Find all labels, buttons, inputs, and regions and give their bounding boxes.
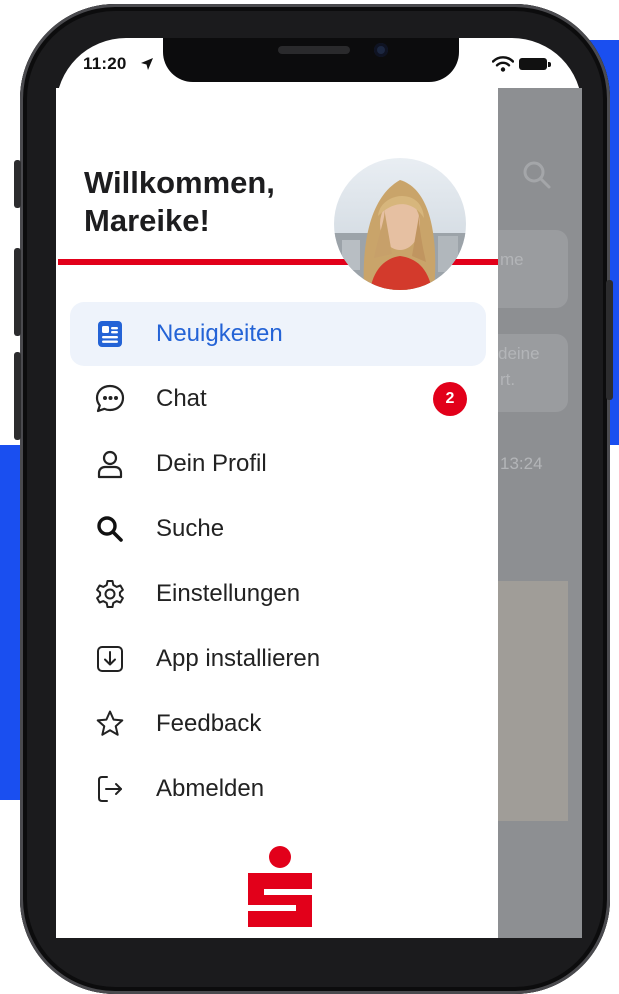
avatar[interactable] [334, 158, 466, 290]
search-icon [97, 516, 123, 542]
menu-item-label: Abmelden [156, 775, 265, 802]
menu-item-label: Neuigkeiten [156, 320, 283, 347]
menu-item-label: App installieren [156, 645, 321, 672]
menu-item-chat[interactable]: Chat 2 [70, 367, 486, 431]
phone-notch [163, 38, 459, 82]
chat-icon [95, 384, 125, 413]
underlay-card-text: me [500, 250, 524, 269]
user-name: Mareike! [84, 203, 210, 238]
star-icon [96, 710, 124, 736]
underlay-timestamp: 13:24 [500, 454, 543, 473]
battery-cap [548, 62, 551, 67]
chat-unread-badge: 2 [433, 382, 467, 416]
menu-item-label: Chat [156, 385, 207, 412]
menu-item-dein-profil[interactable]: Dein Profil [70, 432, 486, 496]
news-icon [98, 321, 122, 347]
welcome-line: Willkommen, [84, 165, 275, 200]
phone-mute-switch [14, 160, 21, 208]
phone-speaker [278, 46, 350, 54]
underlay-image [498, 581, 568, 821]
profile-icon [97, 450, 123, 479]
underlay-card-text: rt. [500, 370, 516, 389]
search-icon [523, 161, 551, 189]
download-icon [97, 646, 123, 672]
phone-camera [374, 43, 388, 57]
battery-icon [519, 58, 547, 70]
location-arrow-icon [141, 58, 153, 70]
sparkasse-logo [248, 846, 312, 927]
menu-item-label: Dein Profil [156, 450, 267, 477]
wifi-icon [492, 56, 514, 72]
menu-item-suche[interactable]: Suche [70, 497, 486, 561]
app-content-overlay[interactable]: me deine rt. 13:24 [498, 88, 582, 938]
underlay-card-text: deine [498, 344, 540, 363]
menu-item-einstellungen[interactable]: Einstellungen [70, 562, 486, 626]
status-time: 11:20 [83, 54, 127, 73]
logout-icon [98, 776, 122, 802]
phone-power-button [606, 280, 613, 400]
menu-item-label: Feedback [156, 710, 262, 737]
menu-item-feedback[interactable]: Feedback [70, 692, 486, 756]
menu-item-label: Einstellungen [156, 580, 301, 607]
menu-item-neuigkeiten[interactable]: Neuigkeiten [70, 302, 486, 366]
menu-item-app-installieren[interactable]: App installieren [70, 627, 486, 691]
menu-item-abmelden[interactable]: Abmelden [70, 757, 486, 821]
phone-volume-down [14, 352, 21, 440]
gear-icon [96, 580, 124, 608]
phone-volume-up [14, 248, 21, 336]
menu-item-label: Suche [156, 515, 225, 542]
welcome-heading: Willkommen, Mareike! [84, 164, 324, 240]
